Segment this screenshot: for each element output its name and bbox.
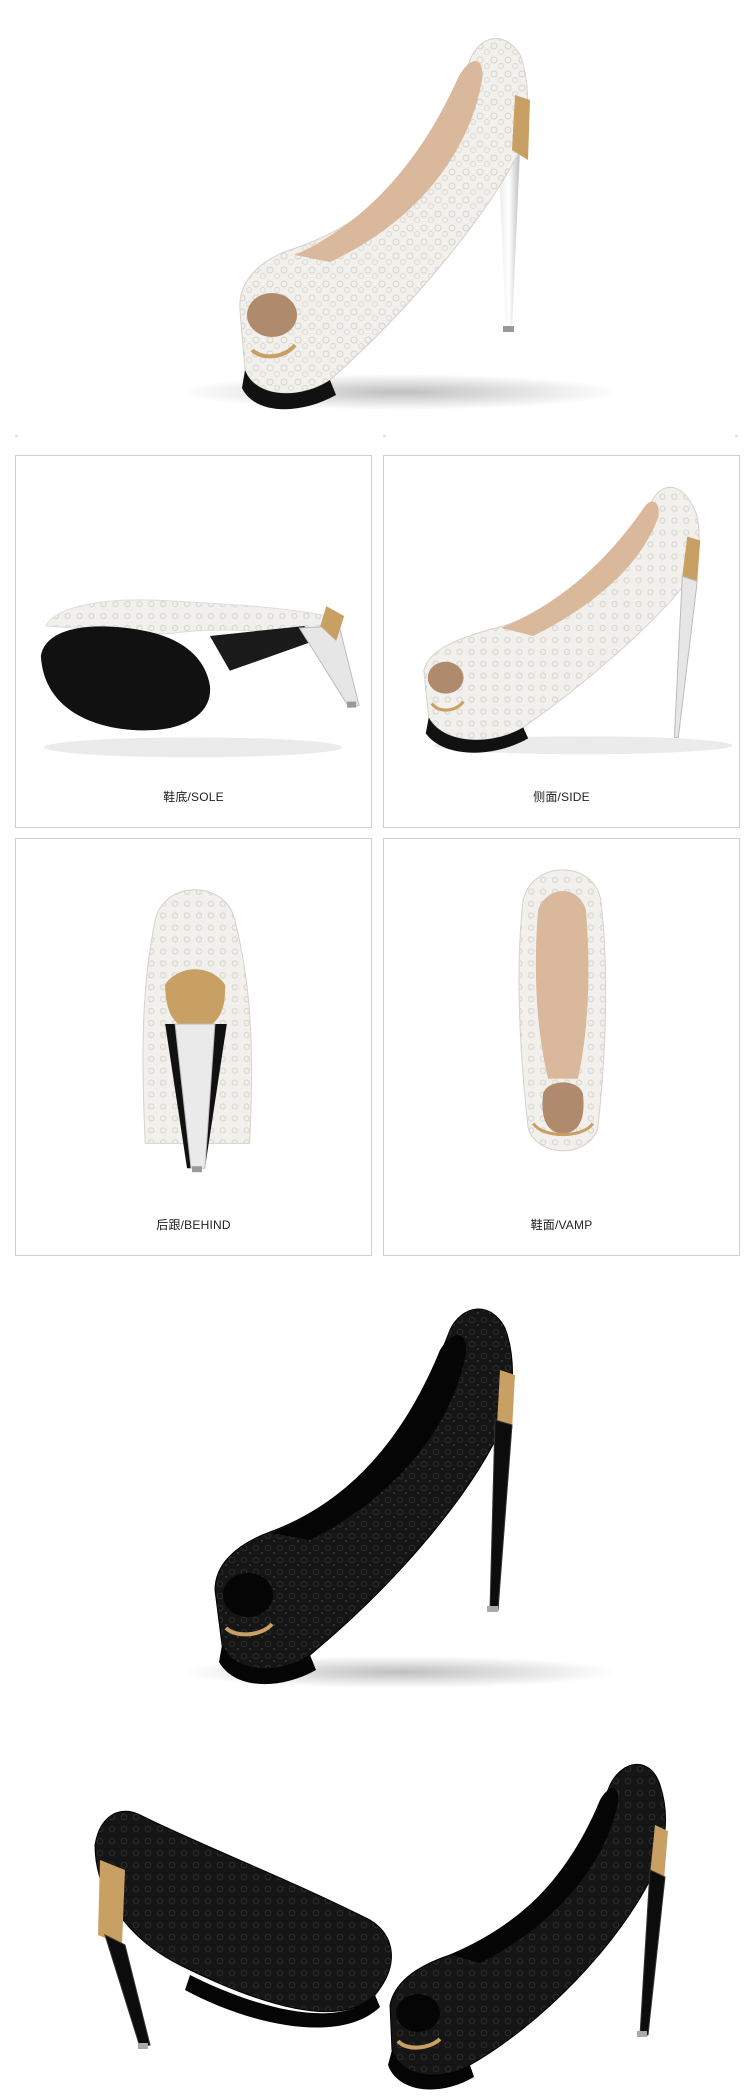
sole-view-image: [40, 599, 360, 758]
behind-view-image: [142, 889, 253, 1173]
black-shoe-image: [180, 1308, 620, 1688]
detail-card-sole: 鞋底/SOLE: [15, 455, 372, 828]
detail-card-side: 侧面/SIDE: [383, 455, 740, 828]
vamp-view-image: [518, 869, 607, 1152]
black-shoe-pair-image: [94, 1763, 668, 2090]
card-label-sole: 鞋底/SOLE: [163, 790, 224, 804]
detail-card-vamp: 鞋面/VAMP: [383, 838, 740, 1256]
card-label-vamp: 鞋面/VAMP: [530, 1218, 593, 1232]
hero-white-shoe-image: [180, 38, 620, 410]
card-label-side: 侧面/SIDE: [533, 790, 590, 804]
section-divider: [15, 435, 738, 437]
card-label-behind: 后跟/BEHIND: [156, 1218, 231, 1232]
detail-card-behind: 后跟/BEHIND: [15, 838, 372, 1256]
side-view-image: [423, 486, 733, 755]
